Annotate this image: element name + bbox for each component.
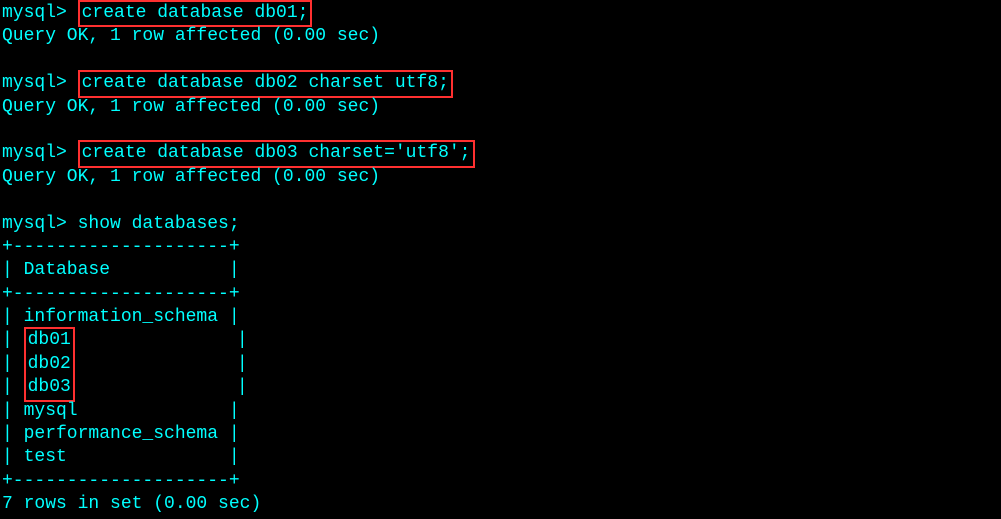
cmd-line-3[interactable]: mysql> create database db03 charset='utf… [2,142,999,165]
blank [2,49,999,72]
highlight-db03: db03 [24,376,75,401]
table-border-mid: +--------------------+ [2,283,999,306]
table-row: | db01 | [2,329,999,352]
result-footer: 7 rows in set (0.00 sec) [2,493,999,516]
table-border-top: +--------------------+ [2,236,999,259]
cmd-text: show databases; [78,214,240,234]
prompt: mysql> [2,3,78,23]
table-row: | test | [2,446,999,469]
prompt: mysql> [2,143,78,163]
highlight-cmd3: create database db03 charset='utf8'; [78,140,475,167]
response-2: Query OK, 1 row affected (0.00 sec) [2,96,999,119]
table-row: | mysql | [2,400,999,423]
prompt: mysql> [2,73,78,93]
highlight-db01: db01 [24,327,75,352]
cmd-line-4[interactable]: mysql> show databases; [2,213,999,236]
blank [2,119,999,142]
blank [2,189,999,212]
highlight-db02: db02 [24,353,75,376]
table-row: | db02 | [2,353,999,376]
table-border-bot: +--------------------+ [2,470,999,493]
response-1: Query OK, 1 row affected (0.00 sec) [2,25,999,48]
table-header: | Database | [2,259,999,282]
highlight-cmd1: create database db01; [78,0,313,27]
table-row: | db03 | [2,376,999,399]
prompt: mysql> [2,214,78,234]
table-row: | performance_schema | [2,423,999,446]
cmd-line-1[interactable]: mysql> create database db01; [2,2,999,25]
response-3: Query OK, 1 row affected (0.00 sec) [2,166,999,189]
highlight-cmd2: create database db02 charset utf8; [78,70,453,97]
table-row: | information_schema | [2,306,999,329]
cmd-line-2[interactable]: mysql> create database db02 charset utf8… [2,72,999,95]
